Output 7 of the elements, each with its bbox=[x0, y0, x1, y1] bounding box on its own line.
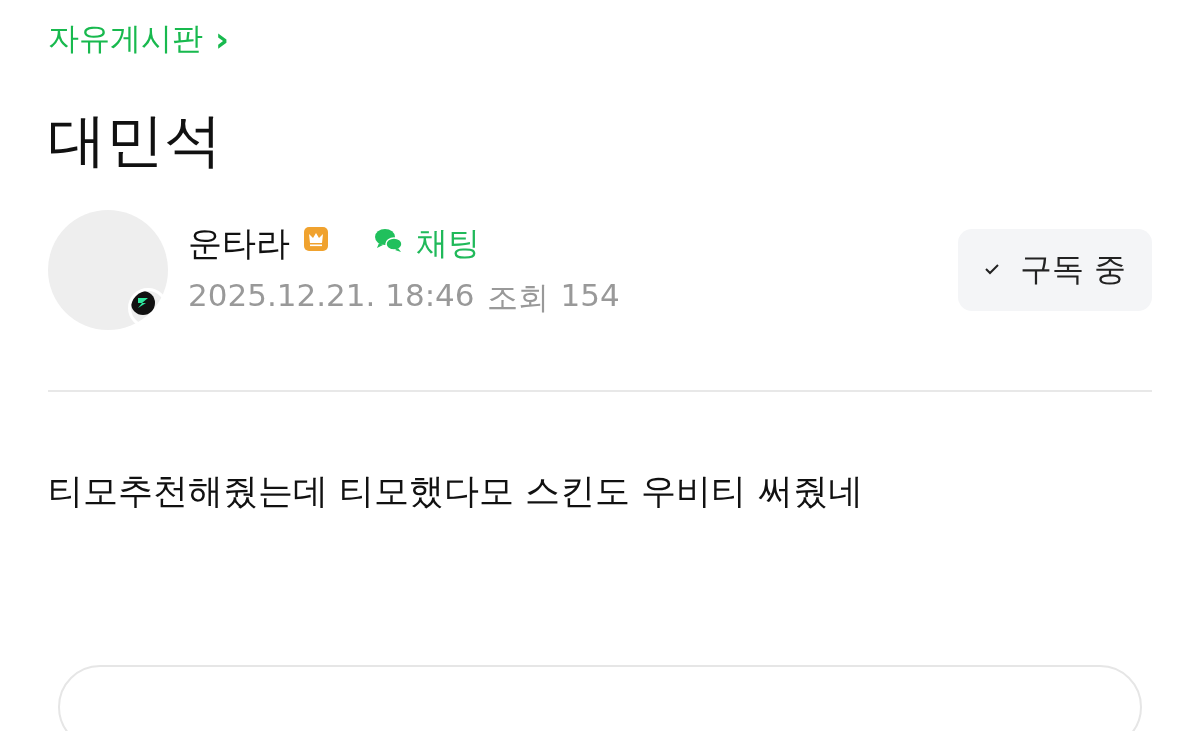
author-name[interactable]: 운타라 bbox=[188, 220, 290, 267]
view-count: 154 bbox=[560, 276, 620, 315]
post-title: 대민석 bbox=[48, 106, 223, 176]
views-label: 조회 bbox=[486, 277, 549, 317]
post-body: 티모추천해줬는데 티모했다모 스킨도 우비티 써줬네 bbox=[48, 469, 864, 513]
post-date: 2025.12.21. 18:46 bbox=[188, 276, 475, 315]
subscribe-button[interactable]: 구독 중 bbox=[957, 228, 1152, 311]
